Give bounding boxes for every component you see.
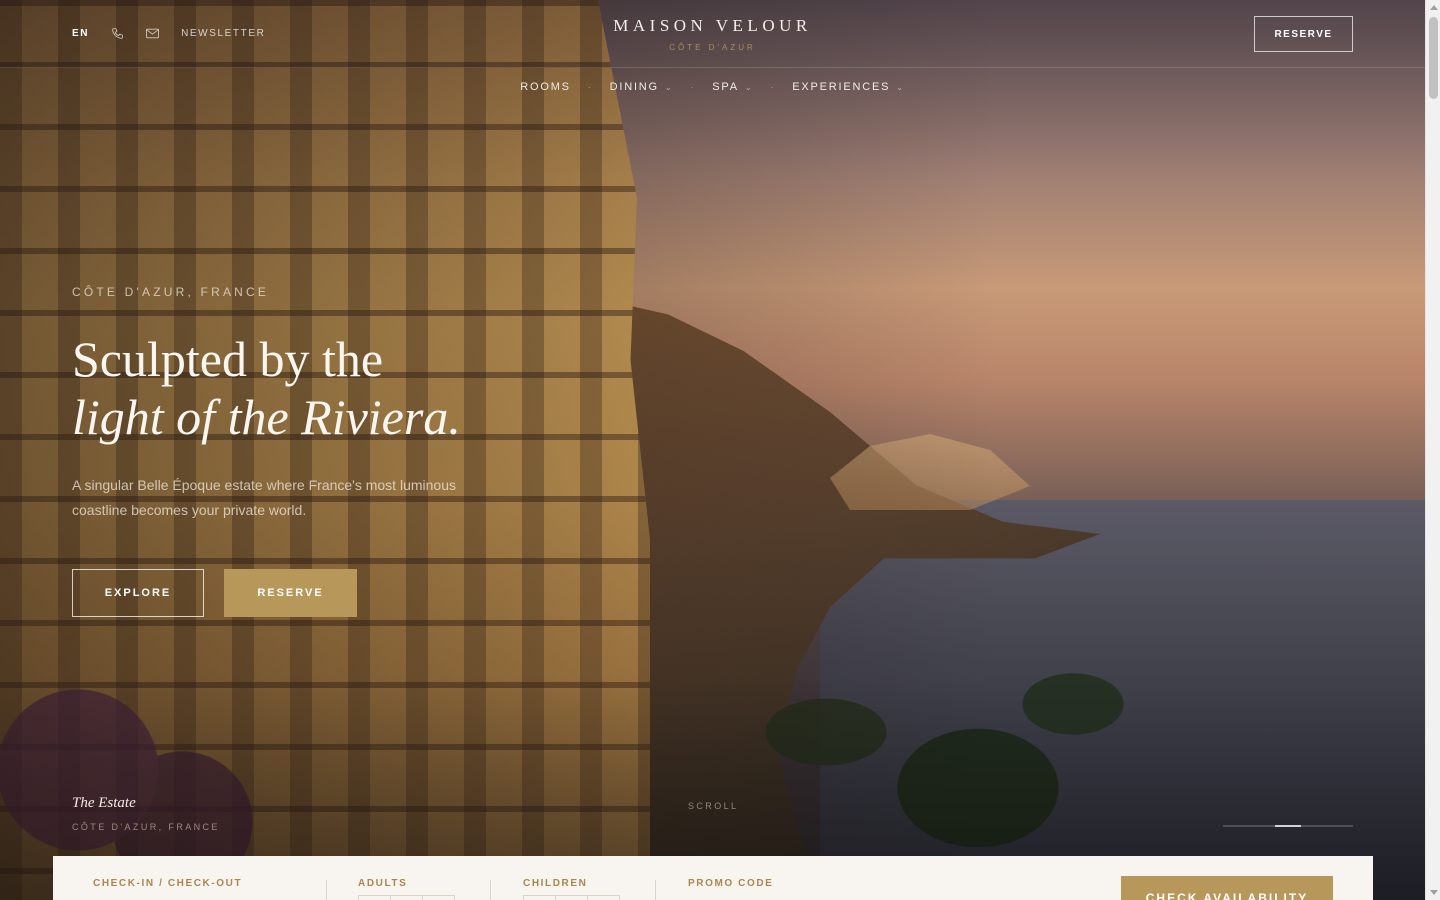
stepper-increment[interactable] [587,895,620,900]
chevron-down-icon: ⌄ [744,82,754,92]
slide-progress[interactable] [1223,825,1353,827]
nav-separator: · [587,82,593,92]
slide-location: CÔTE D'AZUR, FRANCE [72,822,220,832]
hero-headline-line1: Sculpted by the [72,331,384,387]
promo-code-label[interactable]: PROMO CODE [688,878,773,889]
booking-bar: CHECK-IN / CHECK-OUT ADULTS CHILDREN PRO… [53,856,1373,900]
hero-headline: Sculpted by the light of the Riviera. [72,330,461,446]
nav-separator: · [770,82,776,92]
scroll-indicator[interactable]: SCROLL [688,801,738,811]
nav-item-experiences[interactable]: EXPERIENCES ⌄ [792,81,905,93]
nav-item-label: ROOMS [520,81,571,93]
nav-item-dining[interactable]: DINING ⌄ [610,81,674,93]
brand-logo[interactable]: MAISON VELOUR CÔTE D'AZUR [0,16,1425,52]
explore-button[interactable]: EXPLORE [72,569,204,617]
scroll-down-arrow[interactable] [1430,890,1438,895]
checkin-checkout-label[interactable]: CHECK-IN / CHECK-OUT [93,878,242,889]
nav-item-spa[interactable]: SPA ⌄ [712,81,753,93]
nav-item-label: DINING [609,81,659,93]
page-scrollbar[interactable] [1425,0,1440,900]
header-reserve-button[interactable]: RESERVE [1254,16,1353,52]
check-availability-button[interactable]: CHECK AVAILABILITY [1121,876,1333,900]
slide-progress-fill [1275,825,1301,827]
chevron-down-icon: ⌄ [664,82,674,92]
top-bar: EN NEWSLETTER MAISON VELOUR CÔTE D'AZUR … [0,0,1425,68]
adults-stepper[interactable] [358,895,455,900]
stepper-decrement[interactable] [358,895,391,900]
hero-kicker: CÔTE D'AZUR, FRANCE [72,285,270,299]
scroll-up-arrow[interactable] [1430,5,1438,10]
divider [326,880,327,900]
divider [490,880,491,900]
adults-label: ADULTS [358,878,408,889]
children-stepper[interactable] [523,895,620,900]
hero-overlay [0,0,1425,900]
nav-separator: · [690,82,696,92]
hero-description: A singular Belle Époque estate where Fra… [72,477,456,518]
children-label: CHILDREN [523,878,588,889]
stepper-decrement[interactable] [523,895,556,900]
stepper-value [390,895,423,900]
hero-reserve-button[interactable]: RESERVE [224,569,357,617]
brand-subtitle: CÔTE D'AZUR [669,43,756,52]
hero-headline-line2: light of the Riviera. [72,389,461,445]
stepper-increment[interactable] [422,895,455,900]
scrollbar-thumb[interactable] [1429,17,1438,99]
nav-item-rooms[interactable]: ROOMS [520,81,571,93]
nav-item-label: EXPERIENCES [792,81,891,93]
main-nav: ROOMS · DINING ⌄ · SPA ⌄ · EXPERIENCES ⌄ [0,81,1425,93]
stepper-value [555,895,588,900]
brand-name: MAISON VELOUR [613,16,812,35]
hero-section: EN NEWSLETTER MAISON VELOUR CÔTE D'AZUR … [0,0,1425,900]
chevron-down-icon: ⌄ [896,82,905,92]
nav-item-label: SPA [712,81,739,93]
slide-title: The Estate [72,795,136,811]
divider [655,880,656,900]
